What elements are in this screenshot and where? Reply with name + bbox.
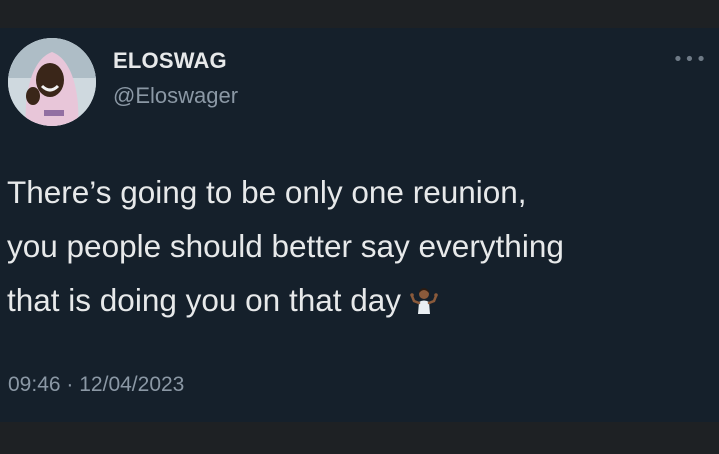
tweet-text-line-content: that is doing you on that day <box>7 282 402 318</box>
tweet-text-line: There’s going to be only one reunion, <box>7 174 527 210</box>
author-handle[interactable]: @Eloswager <box>113 83 238 109</box>
tweet-card: ELOSWAG @Eloswager ••• There’s going to … <box>0 28 719 422</box>
author-name[interactable]: ELOSWAG <box>113 48 227 74</box>
tweet-timestamp[interactable]: 09:46 · 12/04/2023 <box>8 373 184 397</box>
person-shrugging-icon <box>409 277 439 314</box>
tweet-text-line-last: that is doing you on that day <box>7 273 707 327</box>
avatar-image <box>8 38 96 126</box>
more-options-button[interactable]: ••• <box>670 48 710 72</box>
tweet-text-line: you people should better say everything <box>7 228 564 264</box>
tweet-date: 12/04/2023 <box>79 373 185 396</box>
meta-separator: · <box>66 373 74 396</box>
avatar[interactable] <box>8 38 96 126</box>
tweet-time: 09:46 <box>8 373 61 396</box>
tweet-text: There’s going to be only one reunion, yo… <box>7 165 707 327</box>
